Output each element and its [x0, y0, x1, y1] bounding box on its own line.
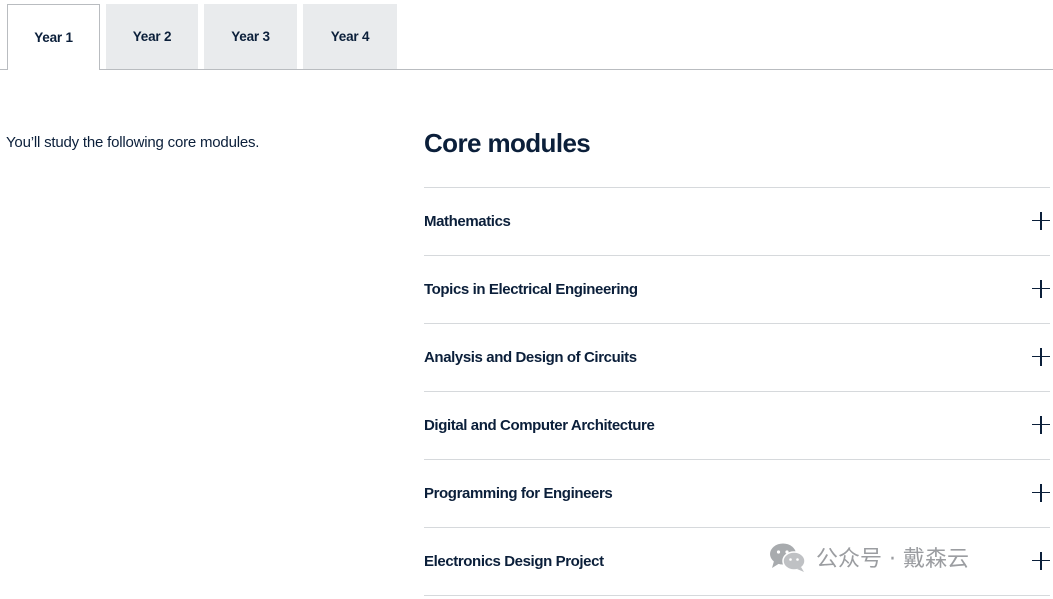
- core-modules-heading: Core modules: [424, 128, 591, 158]
- module-label: Analysis and Design of Circuits: [424, 349, 637, 366]
- module-analysis-and-design-of-circuits[interactable]: Analysis and Design of Circuits: [424, 323, 1050, 391]
- watermark: 公众号 · 戴森云: [768, 540, 969, 574]
- module-topics-in-electrical-engineering[interactable]: Topics in Electrical Engineering: [424, 255, 1050, 323]
- year-tabs: Year 1 Year 2 Year 3 Year 4: [0, 0, 1053, 70]
- tab-year-4[interactable]: Year 4: [303, 4, 397, 69]
- module-programming-for-engineers[interactable]: Programming for Engineers: [424, 459, 1050, 527]
- intro-text: You’ll study the following core modules.: [6, 134, 260, 151]
- module-mathematics[interactable]: Mathematics: [424, 187, 1050, 255]
- module-label: Digital and Computer Architecture: [424, 417, 655, 434]
- module-digital-and-computer-architecture[interactable]: Digital and Computer Architecture: [424, 391, 1050, 459]
- module-label: Programming for Engineers: [424, 485, 613, 502]
- plus-icon[interactable]: [1032, 347, 1050, 366]
- tab-year-2[interactable]: Year 2: [106, 4, 198, 69]
- tab-year-3[interactable]: Year 3: [204, 4, 297, 69]
- plus-icon[interactable]: [1032, 211, 1050, 230]
- wechat-icon: [770, 543, 806, 572]
- plus-icon[interactable]: [1032, 279, 1050, 298]
- plus-icon[interactable]: [1032, 415, 1050, 434]
- module-label: Topics in Electrical Engineering: [424, 281, 638, 298]
- watermark-text: 公众号 · 戴森云: [816, 547, 969, 572]
- core-modules-accordion: Mathematics Topics in Electrical Enginee…: [424, 187, 1050, 596]
- plus-icon[interactable]: [1032, 483, 1050, 502]
- tab-baseline-divider: [0, 69, 1053, 70]
- module-label: Mathematics: [424, 213, 511, 230]
- plus-icon[interactable]: [1032, 551, 1050, 570]
- tab-year-1[interactable]: Year 1: [7, 4, 100, 70]
- module-label: Electronics Design Project: [424, 553, 604, 570]
